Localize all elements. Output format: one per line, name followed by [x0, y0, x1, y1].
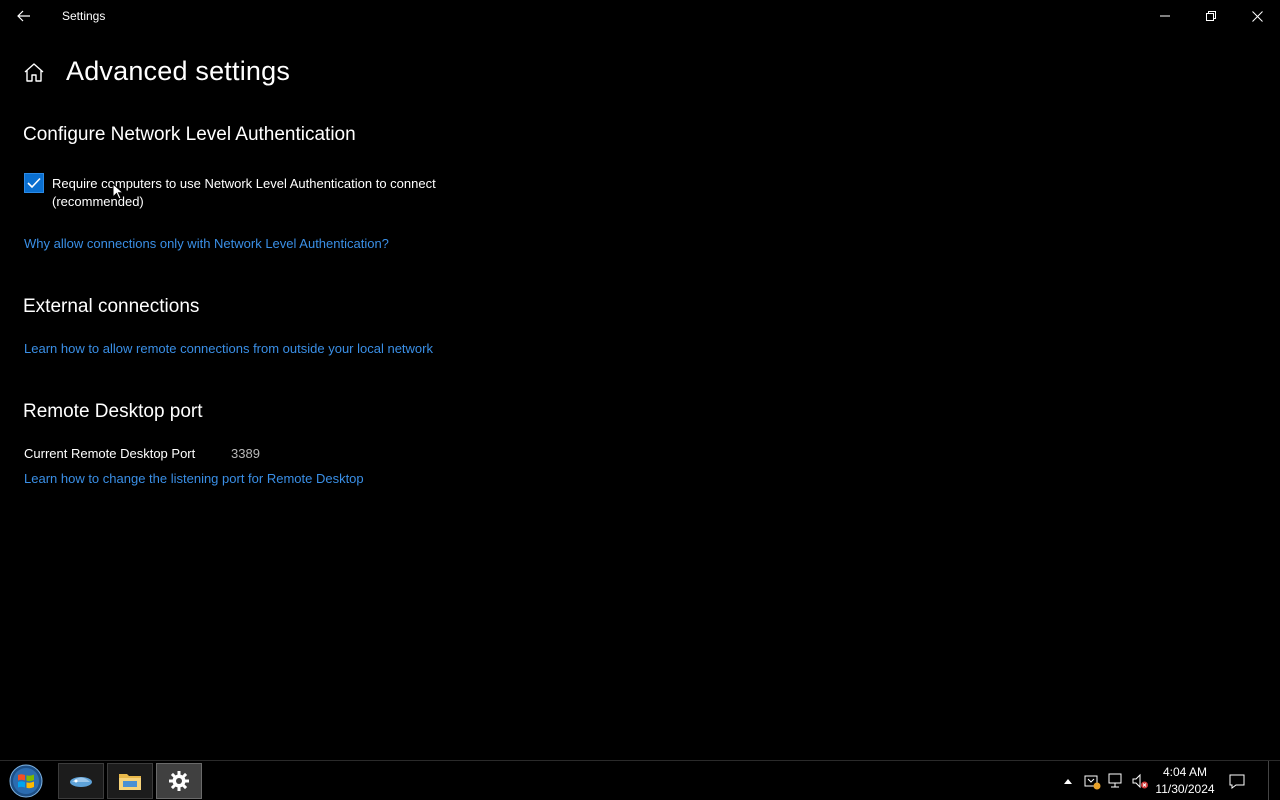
close-icon [1251, 10, 1263, 22]
windows-orb-icon [9, 764, 43, 798]
taskbar-app-remote-desktop[interactable] [58, 763, 104, 799]
mouse-cursor-icon [112, 183, 124, 200]
clock-time: 4:04 AM [1162, 765, 1208, 779]
file-explorer-icon [119, 774, 141, 790]
volume-muted-icon [1132, 773, 1148, 789]
tray-volume[interactable] [1130, 771, 1150, 791]
home-button[interactable] [22, 61, 46, 85]
home-icon [24, 63, 44, 82]
app-title: Settings [62, 9, 106, 23]
external-connections-heading: External connections [23, 296, 200, 317]
security-alert-icon [1084, 775, 1101, 790]
minimize-icon [1160, 15, 1170, 17]
port-value: 3389 [231, 446, 260, 461]
checkmark-icon [27, 177, 41, 189]
taskbar-app-file-explorer[interactable] [107, 763, 153, 799]
remote-desktop-app-icon [70, 777, 92, 787]
page-title: Advanced settings [66, 56, 291, 86]
settings-gear-icon [169, 771, 189, 791]
port-label: Current Remote Desktop Port [24, 446, 196, 461]
nla-heading: Configure Network Level Authentication [23, 124, 356, 145]
remote-desktop-port-heading: Remote Desktop port [23, 401, 203, 422]
chevron-up-icon [1064, 779, 1072, 784]
restore-icon [1206, 11, 1216, 21]
back-button[interactable] [8, 0, 40, 32]
taskbar: 4:04 AM 11/30/2024 [0, 760, 1280, 800]
nla-info-link[interactable]: Why allow connections only with Network … [24, 236, 389, 251]
taskbar-clock[interactable]: 4:04 AM 11/30/2024 [1152, 764, 1218, 798]
nla-checkbox[interactable] [24, 173, 44, 193]
notifications-button[interactable] [1227, 771, 1247, 791]
external-connections-link[interactable]: Learn how to allow remote connections fr… [24, 341, 433, 356]
notification-icon [1229, 774, 1245, 789]
restore-button[interactable] [1188, 0, 1234, 32]
start-button[interactable] [6, 763, 46, 799]
network-icon [1108, 773, 1122, 788]
title-bar: Settings [0, 0, 1280, 32]
change-port-link[interactable]: Learn how to change the listening port f… [24, 471, 364, 486]
clock-date: 11/30/2024 [1155, 782, 1215, 796]
close-button[interactable] [1234, 0, 1280, 32]
tray-network[interactable] [1106, 771, 1126, 791]
tray-action-center-alert[interactable] [1082, 771, 1102, 791]
show-desktop-button[interactable] [1268, 761, 1280, 800]
back-arrow-icon [17, 10, 30, 22]
tray-overflow-button[interactable] [1058, 771, 1078, 791]
minimize-button[interactable] [1142, 0, 1188, 32]
taskbar-app-settings[interactable] [156, 763, 202, 799]
